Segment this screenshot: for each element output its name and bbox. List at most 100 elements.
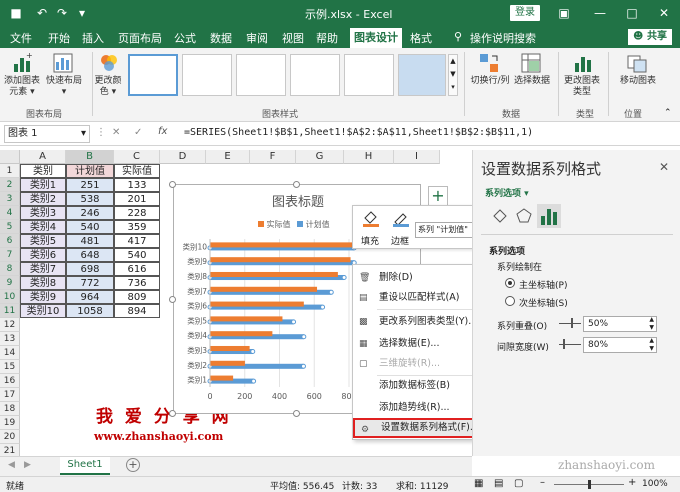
tab-help[interactable]: 帮助 [316, 30, 338, 46]
table-cell[interactable]: 类别2 [20, 192, 66, 206]
select-data-button[interactable]: 选择数据 [512, 76, 552, 87]
close-icon[interactable]: ✕ [656, 5, 672, 21]
column-header-d[interactable]: D [160, 150, 206, 164]
outline-button[interactable]: 边框 [391, 234, 409, 247]
table-cell[interactable]: 648 [66, 248, 114, 262]
bar-actual[interactable] [210, 301, 304, 307]
quick-layout-icon[interactable] [52, 52, 74, 74]
share-button[interactable]: ☻ 共享 [628, 29, 672, 45]
row-header-16[interactable]: 16 [0, 374, 20, 388]
context-item-0[interactable]: 🗑 删除(D) [353, 268, 481, 288]
table-cell[interactable]: 类别6 [20, 248, 66, 262]
chart-style-1[interactable] [128, 54, 178, 96]
table-cell[interactable]: 538 [66, 192, 114, 206]
context-item-5[interactable]: 添加数据标签(B)› [353, 376, 481, 396]
table-cell[interactable]: 698 [66, 262, 114, 276]
bar-actual[interactable] [210, 360, 245, 366]
resize-handle-b[interactable] [293, 410, 300, 417]
overlap-input[interactable]: 50% ▲ ▼ [583, 316, 657, 332]
name-box[interactable]: 图表 1 ▾ [4, 125, 90, 143]
context-item-6[interactable]: 添加趋势线(R)... [353, 398, 481, 418]
resize-handle-tl[interactable] [169, 181, 176, 188]
table-cell[interactable]: 246 [66, 206, 114, 220]
lightbulb-icon[interactable]: ⚲ [454, 30, 462, 43]
minimize-icon[interactable]: — [592, 5, 608, 21]
chart-style-4[interactable] [290, 54, 340, 96]
close-pane-icon[interactable]: ✕ [659, 160, 669, 174]
bar-selection-handle[interactable] [301, 334, 307, 340]
row-header-14[interactable]: 14 [0, 346, 20, 360]
table-cell[interactable]: 481 [66, 234, 114, 248]
spinner-icon[interactable]: ▲ ▼ [649, 316, 654, 332]
resize-handle-bl[interactable] [169, 410, 176, 417]
ribbon-display-icon[interactable]: ▣ [556, 5, 572, 21]
add-chart-element-icon[interactable]: + [12, 52, 34, 74]
column-header-f[interactable]: F [250, 150, 296, 164]
tab-review[interactable]: 审阅 [246, 30, 268, 46]
formula-input[interactable]: =SERIES(Sheet1!$B$1,Sheet1!$A$2:$A$11,Sh… [184, 127, 533, 138]
bar-actual[interactable] [210, 242, 355, 248]
table-cell[interactable]: 类别1 [20, 178, 66, 192]
overlap-slider-track[interactable] [559, 323, 581, 324]
table-cell[interactable]: 251 [66, 178, 114, 192]
select-all-corner[interactable] [0, 150, 20, 164]
add-sheet-icon[interactable]: + [126, 458, 140, 472]
row-header-3[interactable]: 3 [0, 192, 20, 206]
column-header-c[interactable]: C [114, 150, 160, 164]
chart-style-6[interactable] [398, 54, 446, 96]
primary-axis-radio[interactable] [505, 278, 515, 288]
table-cell[interactable]: 类别8 [20, 276, 66, 290]
table-header-cell[interactable]: 计划值 [66, 164, 114, 178]
bar-selection-handle[interactable] [250, 349, 256, 355]
tab-formulas[interactable]: 公式 [174, 30, 196, 46]
row-header-7[interactable]: 7 [0, 248, 20, 262]
secondary-axis-radio[interactable] [505, 296, 515, 306]
fill-button[interactable]: 填充 [361, 234, 379, 247]
effects-tab-icon[interactable] [513, 206, 535, 226]
row-header-5[interactable]: 5 [0, 220, 20, 234]
zoom-slider-thumb[interactable] [588, 480, 591, 489]
collapse-ribbon-icon[interactable]: ⌃ [664, 108, 672, 118]
save-icon[interactable]: ■ [8, 5, 24, 21]
customize-toolbar-icon[interactable]: ▾ [74, 5, 90, 21]
outline-pen-icon[interactable] [391, 210, 411, 228]
page-break-view-icon[interactable]: ▢ [514, 478, 523, 489]
select-data-icon[interactable] [520, 52, 542, 74]
row-header-18[interactable]: 18 [0, 402, 20, 416]
table-cell[interactable]: 类别9 [20, 290, 66, 304]
table-cell[interactable]: 359 [114, 220, 160, 234]
bar-selection-handle[interactable] [320, 304, 326, 310]
bar-selection-handle[interactable] [341, 275, 347, 281]
table-cell[interactable]: 类别3 [20, 206, 66, 220]
quick-layout-button[interactable]: 快速布局 ▾ [44, 76, 84, 98]
table-cell[interactable]: 1058 [66, 304, 114, 318]
enter-icon[interactable]: ✓ [134, 127, 142, 138]
row-header-8[interactable]: 8 [0, 262, 20, 276]
cancel-icon[interactable]: ✕ [112, 127, 120, 138]
row-header-2[interactable]: 2 [0, 178, 20, 192]
row-header-9[interactable]: 9 [0, 276, 20, 290]
tab-chart-design[interactable]: 图表设计 [350, 28, 402, 48]
bar-actual[interactable] [210, 257, 351, 263]
row-header-1[interactable]: 1 [0, 164, 20, 178]
context-item-3[interactable]: ▦ 选择数据(E)... [353, 334, 481, 354]
column-header-a[interactable]: A [20, 150, 66, 164]
redo-icon[interactable]: ↷ [54, 5, 70, 21]
scroll-right-icon[interactable]: ▶ [24, 460, 31, 470]
table-cell[interactable]: 540 [114, 248, 160, 262]
change-chart-type-icon[interactable] [572, 52, 594, 74]
move-chart-button[interactable]: 移动图表 [614, 76, 662, 87]
table-cell[interactable]: 540 [66, 220, 114, 234]
table-cell[interactable]: 772 [66, 276, 114, 290]
gap-width-input[interactable]: 80% ▲ ▼ [583, 337, 657, 353]
row-header-10[interactable]: 10 [0, 290, 20, 304]
series-options-dropdown[interactable]: 系列选项 ▾ [485, 186, 529, 199]
overlap-slider-thumb[interactable] [571, 318, 573, 328]
resize-handle-l[interactable] [169, 296, 176, 303]
context-item-2[interactable]: ▩ 更改系列图表类型(Y)... [353, 312, 481, 332]
row-header-11[interactable]: 11 [0, 304, 20, 318]
move-chart-icon[interactable] [626, 52, 648, 74]
chart-style-2[interactable] [182, 54, 232, 96]
undo-icon[interactable]: ↶ [34, 5, 50, 21]
row-header-4[interactable]: 4 [0, 206, 20, 220]
